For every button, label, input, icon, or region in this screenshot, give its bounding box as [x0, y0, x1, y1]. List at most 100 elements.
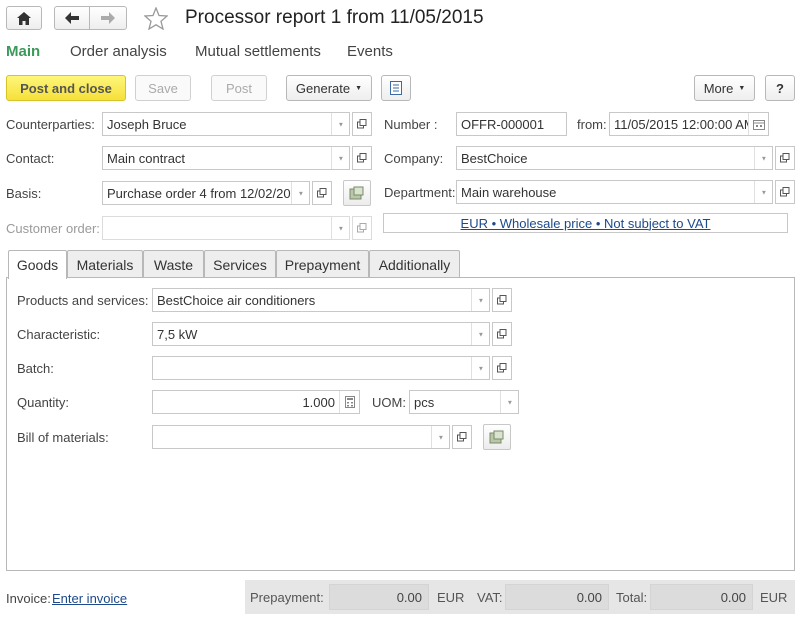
generate-label: Generate: [295, 80, 351, 96]
basis-value: Purchase order 4 from 12/02/20: [107, 185, 291, 201]
total-value: 0.00: [650, 584, 753, 610]
section-mutual-settlements[interactable]: Mutual settlements: [195, 43, 321, 60]
characteristic-label: Characteristic:: [17, 327, 101, 342]
basis-label: Basis:: [6, 186, 42, 201]
favorite-star-button[interactable]: [143, 6, 169, 33]
company-open-button[interactable]: [775, 146, 795, 170]
uom-field[interactable]: pcs: [409, 390, 519, 414]
tab-prepayment[interactable]: Prepayment: [276, 250, 369, 278]
quantity-label: Quantity:: [17, 395, 70, 410]
price-settings-link[interactable]: EUR • Wholesale price • Not subject to V…: [461, 216, 711, 231]
enter-invoice-link[interactable]: Enter invoice: [52, 591, 127, 606]
arrow-left-icon: [65, 12, 79, 24]
vat-label: VAT:: [477, 590, 503, 605]
post-button[interactable]: Post: [211, 75, 267, 101]
bom-field[interactable]: [152, 425, 450, 449]
back-button[interactable]: [54, 6, 90, 30]
help-button[interactable]: ?: [765, 75, 795, 101]
contact-field[interactable]: Main contract: [102, 146, 350, 170]
characteristic-field[interactable]: 7,5 kW: [152, 322, 490, 346]
tab-additionally[interactable]: Additionally: [369, 250, 460, 278]
basis-field[interactable]: Purchase order 4 from 12/02/20: [102, 181, 310, 205]
products-label: Products and services:: [17, 293, 149, 308]
generate-button[interactable]: Generate ▼: [286, 75, 372, 101]
tab-waste[interactable]: Waste: [143, 250, 204, 278]
products-open-button[interactable]: [492, 288, 512, 312]
department-open-button[interactable]: [775, 180, 795, 204]
counterparties-field[interactable]: Joseph Bruce: [102, 112, 350, 136]
open-window-icon: [497, 363, 507, 373]
total-label: Total:: [616, 590, 648, 605]
arrow-right-icon: [101, 12, 115, 24]
dropdown-icon[interactable]: [754, 181, 772, 203]
batch-label: Batch:: [17, 361, 54, 376]
dropdown-icon[interactable]: [331, 147, 349, 169]
section-events[interactable]: Events: [347, 43, 393, 60]
prepayment-currency: EUR: [437, 590, 465, 605]
dropdown-icon[interactable]: [331, 217, 349, 239]
caret-down-icon: ▼: [738, 84, 746, 92]
bom-fill-button[interactable]: [483, 424, 511, 450]
date-field[interactable]: 11/05/2015 12:00:00 AM: [609, 112, 769, 136]
contact-open-button[interactable]: [352, 146, 372, 170]
section-main[interactable]: Main: [6, 43, 40, 60]
post-and-close-button[interactable]: Post and close: [6, 75, 126, 101]
department-label: Department:: [384, 185, 456, 200]
company-field[interactable]: BestChoice: [456, 146, 773, 170]
company-value: BestChoice: [461, 150, 528, 166]
quantity-value: 1.000: [302, 394, 335, 410]
home-button[interactable]: [6, 6, 42, 30]
batch-open-button[interactable]: [492, 356, 512, 380]
counterparties-open-button[interactable]: [352, 112, 372, 136]
dropdown-icon[interactable]: [754, 147, 772, 169]
quantity-field[interactable]: 1.000: [152, 390, 360, 414]
batch-field[interactable]: [152, 356, 490, 380]
dropdown-icon[interactable]: [291, 182, 309, 204]
prepayment-value: 0.00: [329, 584, 429, 610]
print-button[interactable]: [381, 75, 411, 101]
number-field[interactable]: OFFR-000001: [456, 112, 567, 136]
calendar-icon[interactable]: [748, 113, 768, 135]
prepayment-label: Prepayment:: [250, 590, 324, 605]
basis-fill-button[interactable]: [343, 180, 371, 206]
vat-value: 0.00: [505, 584, 609, 610]
number-value: OFFR-000001: [461, 116, 545, 132]
dropdown-icon[interactable]: [471, 289, 489, 311]
characteristic-open-button[interactable]: [492, 322, 512, 346]
bom-label: Bill of materials:: [17, 430, 109, 445]
caret-down-icon: ▼: [355, 84, 363, 92]
tab-services[interactable]: Services: [204, 250, 276, 278]
customer-order-open-button[interactable]: [352, 216, 372, 240]
contact-label: Contact:: [6, 151, 55, 166]
section-order-analysis[interactable]: Order analysis: [70, 43, 167, 60]
dropdown-icon[interactable]: [500, 391, 518, 413]
price-settings-box: EUR • Wholesale price • Not subject to V…: [383, 213, 788, 233]
more-button[interactable]: More ▼: [694, 75, 755, 101]
contact-value: Main contract: [107, 150, 186, 166]
forward-button[interactable]: [89, 6, 127, 30]
dropdown-icon[interactable]: [331, 113, 349, 135]
star-icon: [143, 6, 169, 31]
dropdown-icon[interactable]: [471, 323, 489, 345]
bom-open-button[interactable]: [452, 425, 472, 449]
date-value: 11/05/2015 12:00:00 AM: [614, 116, 748, 132]
open-window-icon: [357, 153, 367, 163]
uom-value: pcs: [414, 394, 435, 410]
uom-label: UOM:: [372, 395, 406, 410]
products-field[interactable]: BestChoice air conditioners: [152, 288, 490, 312]
total-currency: EUR: [760, 590, 788, 605]
dropdown-icon[interactable]: [431, 426, 449, 448]
open-window-icon: [457, 432, 467, 442]
open-window-icon: [357, 119, 367, 129]
calculator-icon[interactable]: [339, 391, 359, 413]
counterparties-label: Counterparties:: [6, 117, 95, 132]
page-title: Processor report 1 from 11/05/2015: [185, 7, 484, 28]
tab-materials[interactable]: Materials: [67, 250, 143, 278]
basis-open-button[interactable]: [312, 181, 332, 205]
department-field[interactable]: Main warehouse: [456, 180, 773, 204]
save-button[interactable]: Save: [135, 75, 191, 101]
dropdown-icon[interactable]: [471, 357, 489, 379]
customer-order-field[interactable]: [102, 216, 350, 240]
tab-goods[interactable]: Goods: [8, 250, 67, 279]
number-label: Number :: [384, 117, 438, 132]
